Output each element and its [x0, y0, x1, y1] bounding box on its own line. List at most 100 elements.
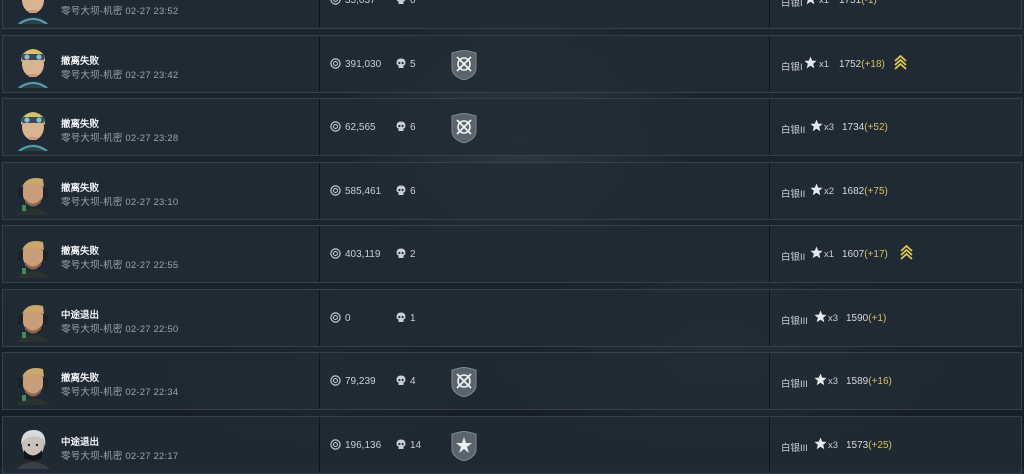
match-row[interactable]: 中途退出 零号大坝-机密 02-27 22:17 196,136 14 白银II… — [2, 416, 1022, 474]
operator-avatar — [13, 298, 53, 342]
kill-count: 4 — [410, 376, 416, 387]
column-divider — [769, 36, 770, 92]
score-value: 1589 — [846, 376, 868, 387]
coin-icon — [330, 248, 341, 259]
kill-count: 6 — [410, 186, 416, 197]
match-result: 中途退出 — [61, 307, 99, 321]
column-divider — [319, 353, 320, 409]
star-icon — [810, 119, 823, 132]
extracted-value: 62,565 — [345, 122, 376, 133]
rank-score: 1734(+52) — [842, 122, 888, 133]
coin-icon — [330, 312, 341, 323]
match-row[interactable]: 撤离失败 零号大坝-机密 02-27 23:10 585,461 6 白银II … — [2, 162, 1022, 220]
extracted-value: 196,136 — [345, 440, 381, 451]
match-row[interactable]: 撤离失败 零号大坝-机密 02-27 22:34 79,239 4 白银III … — [2, 352, 1022, 410]
operator-avatar — [13, 361, 53, 405]
kill-count: 5 — [410, 59, 416, 70]
map-and-time: 零号大坝-机密 02-27 22:50 — [61, 321, 178, 335]
extracted-value: 403,119 — [345, 249, 380, 260]
match-row[interactable]: 零号大坝-机密 02-27 23:52 35,037 0 白银I x1 1751… — [2, 0, 1022, 29]
column-divider — [319, 163, 320, 219]
extracted-value: 0 — [345, 313, 351, 324]
rank-tier: 白银III — [781, 376, 808, 390]
column-divider — [769, 417, 770, 473]
extracted-value: 35,037 — [345, 0, 376, 6]
rank-score: 1589(+16) — [846, 376, 892, 387]
chevron-rank-up-icon — [894, 55, 907, 71]
skull-icon — [396, 439, 406, 450]
score-value: 1590 — [846, 313, 868, 324]
match-result: 撤离失败 — [61, 116, 99, 130]
rank-tier: 白银I — [781, 59, 803, 73]
column-divider — [319, 36, 320, 92]
column-divider — [769, 0, 770, 28]
rank-tier: 白银II — [781, 249, 805, 263]
column-divider — [319, 99, 320, 155]
map-and-time: 零号大坝-机密 02-27 23:52 — [61, 3, 178, 17]
score-delta: (+75) — [864, 186, 888, 197]
score-delta: (+25) — [868, 440, 892, 451]
score-delta: (+18) — [861, 59, 885, 70]
rank-score: 1682(+75) — [842, 186, 888, 197]
kill-count: 1 — [410, 313, 416, 324]
kill-count: 14 — [410, 440, 421, 451]
skull-icon — [396, 248, 406, 259]
coin-icon — [330, 439, 341, 450]
star-icon — [814, 437, 827, 450]
shield-star-badge-icon — [450, 431, 478, 461]
operator-avatar — [13, 234, 53, 278]
score-delta: (+16) — [868, 376, 892, 387]
rank-tier: 白银III — [781, 440, 808, 454]
star-icon — [814, 310, 827, 323]
column-divider — [769, 353, 770, 409]
rank-score: 1590(+1) — [846, 313, 886, 324]
star-icon — [804, 0, 817, 5]
coin-icon — [330, 58, 341, 69]
star-icon — [810, 246, 823, 259]
chevron-rank-up-icon — [900, 245, 913, 261]
operator-avatar — [13, 44, 53, 88]
star-multiplier: x1 — [819, 0, 829, 6]
kill-count: 0 — [410, 0, 416, 6]
column-divider — [769, 290, 770, 346]
skull-icon — [396, 0, 406, 5]
star-multiplier: x3 — [828, 313, 838, 324]
score-value: 1752 — [839, 59, 861, 70]
map-and-time: 零号大坝-机密 02-27 22:34 — [61, 384, 178, 398]
coin-icon — [330, 375, 341, 386]
match-row[interactable]: 撤离失败 零号大坝-机密 02-27 22:55 403,119 2 白银II … — [2, 225, 1022, 283]
match-row[interactable]: 撤离失败 零号大坝-机密 02-27 23:28 62,565 6 白银II x… — [2, 98, 1022, 156]
column-divider — [769, 163, 770, 219]
map-and-time: 零号大坝-机密 02-27 23:28 — [61, 130, 178, 144]
coin-icon — [330, 121, 341, 132]
map-and-time: 零号大坝-机密 02-27 23:10 — [61, 194, 178, 208]
score-delta: (+52) — [864, 122, 888, 133]
match-result: 撤离失败 — [61, 180, 99, 194]
operator-avatar — [13, 171, 53, 215]
star-multiplier: x3 — [824, 122, 834, 133]
column-divider — [769, 226, 770, 282]
skull-icon — [396, 312, 406, 323]
rank-score: 1752(+18) — [839, 59, 885, 70]
rank-tier: 白银I — [781, 0, 803, 9]
kill-count: 6 — [410, 122, 416, 133]
map-and-time: 零号大坝-机密 02-27 22:55 — [61, 257, 178, 271]
extracted-value: 391,030 — [345, 59, 381, 70]
match-row[interactable]: 撤离失败 零号大坝-机密 02-27 23:42 391,030 5 白银I x… — [2, 35, 1022, 93]
shield-crossed-badge-icon — [450, 113, 478, 143]
star-multiplier: x2 — [824, 186, 834, 197]
map-and-time: 零号大坝-机密 02-27 22:17 — [61, 448, 178, 462]
score-value: 1751 — [839, 0, 861, 6]
rank-score: 1573(+25) — [846, 440, 892, 451]
score-delta: (-1) — [861, 0, 877, 6]
column-divider — [319, 0, 320, 28]
score-value: 1734 — [842, 122, 864, 133]
star-multiplier: x3 — [828, 440, 838, 451]
match-result: 撤离失败 — [61, 53, 99, 67]
shield-crossed-badge-icon — [450, 367, 478, 397]
skull-icon — [396, 185, 406, 196]
star-icon — [804, 56, 817, 69]
star-multiplier: x3 — [828, 376, 838, 387]
score-delta: (+17) — [864, 249, 888, 260]
match-row[interactable]: 中途退出 零号大坝-机密 02-27 22:50 0 1 白银III x3 15… — [2, 289, 1022, 347]
